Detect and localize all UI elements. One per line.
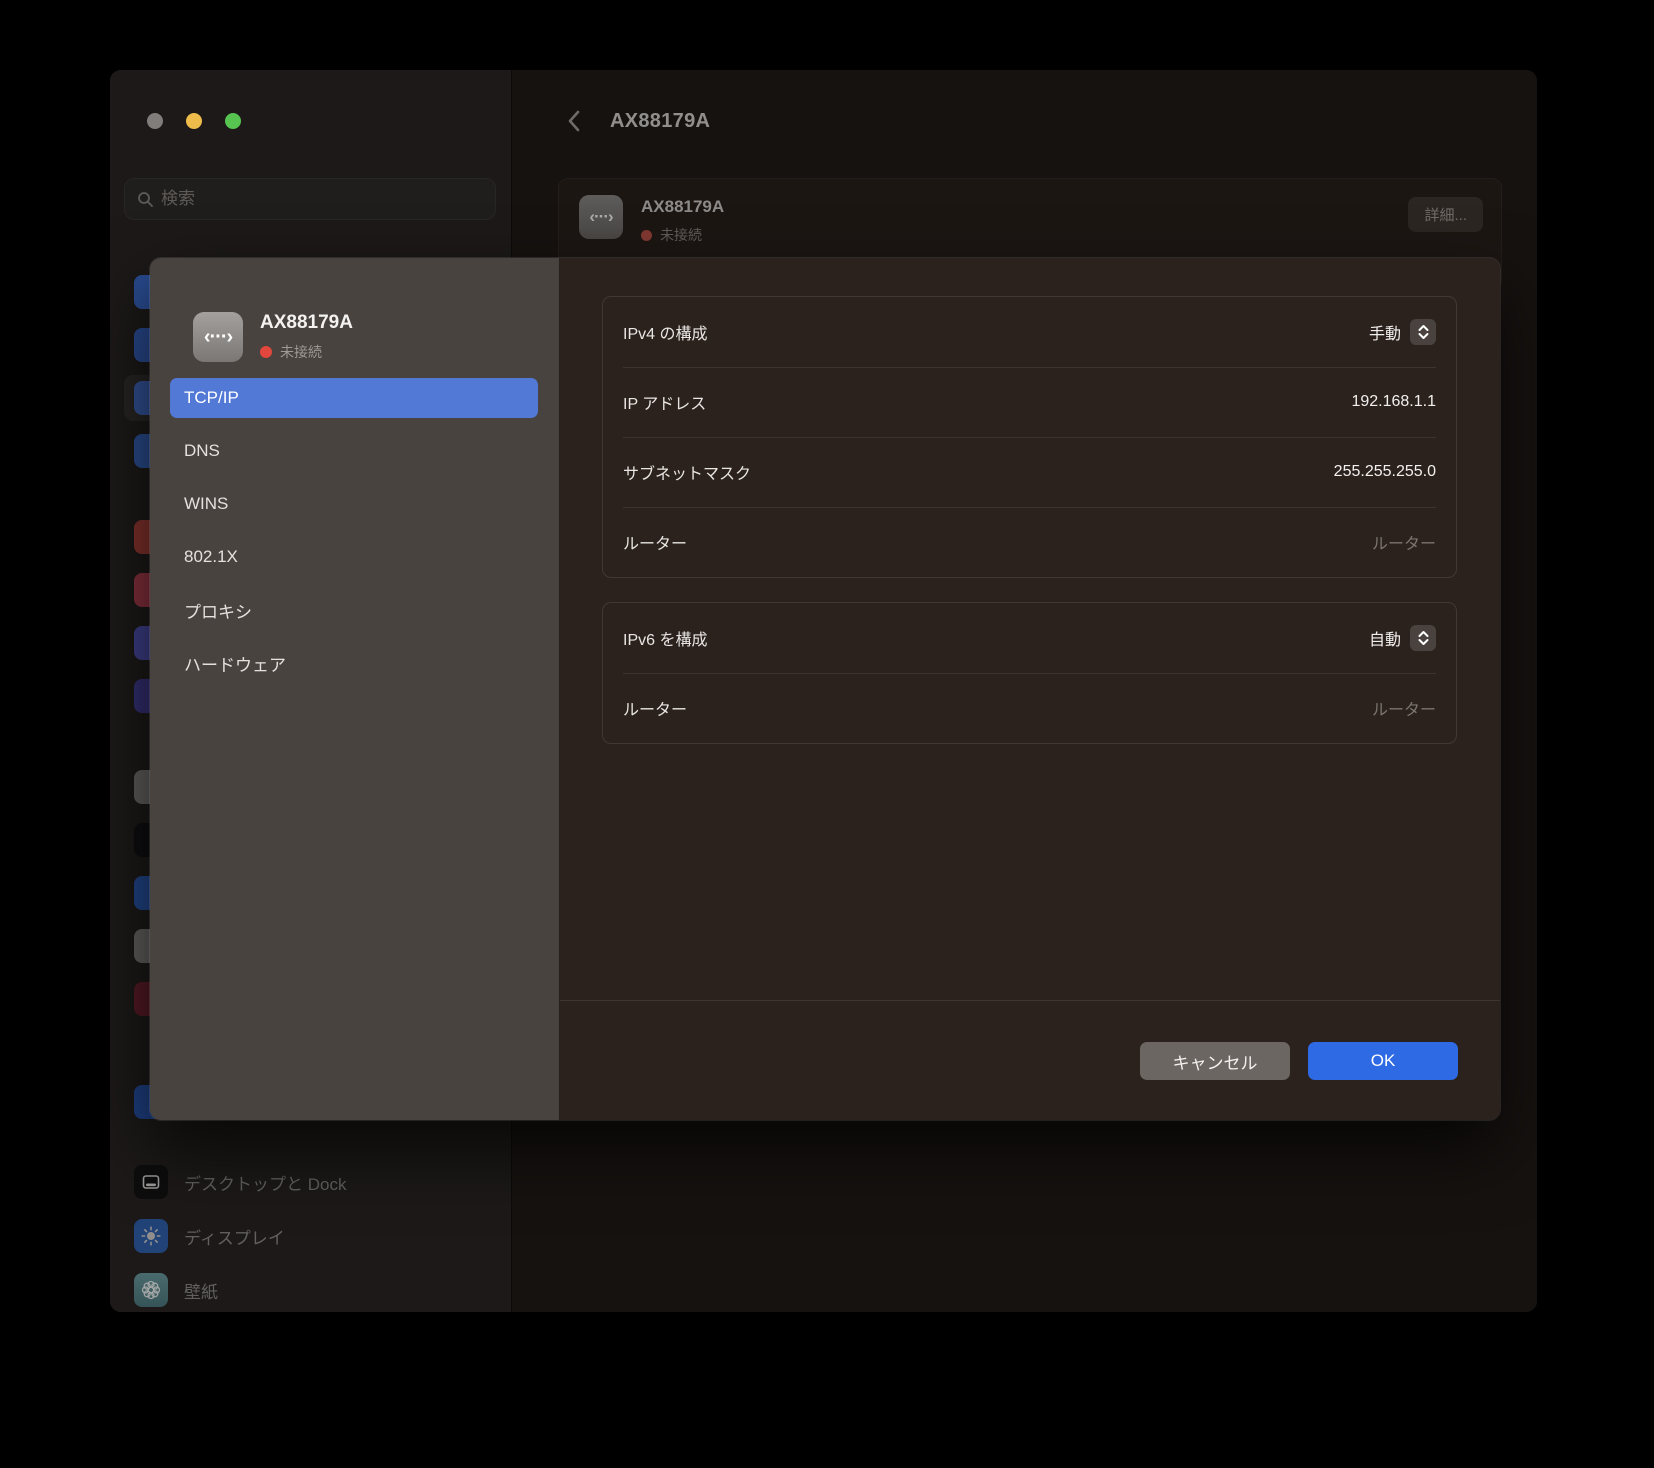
tab-8021x[interactable]: 802.1X [170,537,538,577]
tab-hardware[interactable]: ハードウェア [170,643,538,683]
sheet-content: IPv4 の構成 手動 IP アドレス [560,258,1500,1120]
cancel-button[interactable]: キャンセル [1140,1042,1290,1080]
tab-dns[interactable]: DNS [170,431,538,471]
sheet-adapter-name: AX88179A [260,312,353,334]
row-label: ルーター [623,696,687,720]
tab-tcpip[interactable]: TCP/IP [170,378,538,418]
ipv6-router-field[interactable]: ルーター [1372,696,1436,720]
row-router: ルーター ルーター [603,507,1456,577]
ipv4-configure-popup[interactable]: 手動 [1369,319,1436,345]
ipv4-group: IPv4 の構成 手動 IP アドレス [602,296,1457,578]
system-settings-window: デスクトップと Dock ディスプレイ [110,70,1537,1312]
sheet-sidebar: ‹···› AX88179A 未接続 TCP/IP DNS WINS 802.1… [150,258,560,1120]
row-ipv6-configure: IPv6 を構成 自動 [603,603,1456,673]
subnet-mask-field[interactable]: 255.255.255.0 [1334,463,1436,481]
row-label: IP アドレス [623,390,706,414]
tcpip-sheet-dialog: ‹···› AX88179A 未接続 TCP/IP DNS WINS 802.1… [150,258,1500,1120]
ethernet-adapter-icon: ‹···› [193,312,243,362]
tab-wins[interactable]: WINS [170,484,538,524]
sheet-nav: TCP/IP DNS WINS 802.1X プロキシ ハードウェア [170,378,538,683]
ipv6-group: IPv6 を構成 自動 ルーター [602,602,1457,744]
status-dot [260,346,272,358]
row-label: ルーター [623,530,687,554]
footer-divider [560,1000,1500,1001]
ok-button[interactable]: OK [1308,1042,1458,1080]
window-zoom-button[interactable] [225,113,241,129]
sheet-adapter-status: 未接続 [260,342,322,362]
row-ipv6-router: ルーター ルーター [603,673,1456,743]
router-field[interactable]: ルーター [1372,530,1436,554]
stepper-icon [1410,319,1436,345]
row-ip-address: IP アドレス 192.168.1.1 [603,367,1456,437]
window-minimize-button[interactable] [186,113,202,129]
row-label: IPv6 を構成 [623,626,707,650]
tab-proxies[interactable]: プロキシ [170,590,538,630]
ipv6-configure-popup[interactable]: 自動 [1369,625,1436,651]
stepper-icon [1410,625,1436,651]
row-label: IPv4 の構成 [623,320,707,344]
row-ipv4-configure: IPv4 の構成 手動 [603,297,1456,367]
ip-address-field[interactable]: 192.168.1.1 [1351,393,1436,411]
row-label: サブネットマスク [623,460,751,484]
desktop-canvas: デスクトップと Dock ディスプレイ [0,0,1654,1468]
window-close-button[interactable] [147,113,163,129]
row-subnet-mask: サブネットマスク 255.255.255.0 [603,437,1456,507]
